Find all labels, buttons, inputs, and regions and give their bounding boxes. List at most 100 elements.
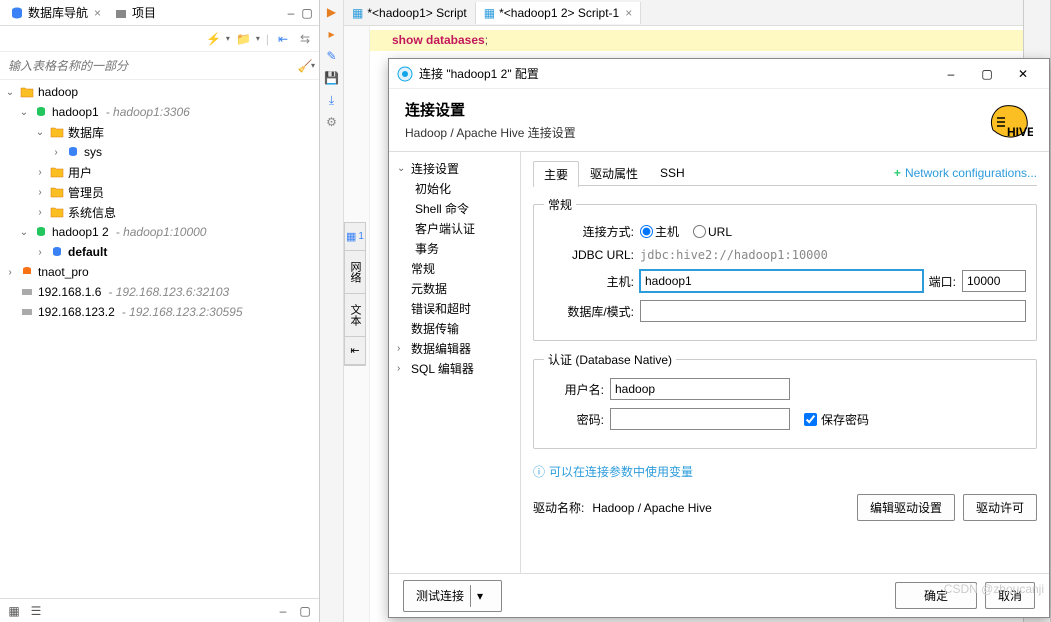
tree-detail: - hadoop1:10000 <box>116 225 207 239</box>
minimize-icon[interactable]: ‒ <box>275 603 291 619</box>
save-icon[interactable]: 💾 <box>324 70 340 86</box>
tree-conn-192-168-123-2[interactable]: 192.168.123.2 - 192.168.123.2:30595 <box>0 302 319 322</box>
edit-driver-button[interactable]: 编辑驱动设置 <box>857 494 955 521</box>
form-tab-driver-props[interactable]: 驱动属性 <box>579 160 649 186</box>
tree-folder-admin[interactable]: › 管理员 <box>0 182 319 202</box>
folder-icon[interactable]: 📁 <box>236 31 252 47</box>
close-icon[interactable]: × <box>625 6 632 20</box>
form-tab-main[interactable]: 主要 <box>533 161 579 187</box>
radio-host[interactable]: 主机 <box>640 223 679 240</box>
settings-icon[interactable]: ⚙ <box>324 114 340 130</box>
form-tab-ssh[interactable]: SSH <box>649 161 696 184</box>
tree-conn-tnaot[interactable]: › tnaot_pro <box>0 262 319 282</box>
collapse-icon-tab[interactable]: ⇤ <box>345 337 365 365</box>
tree-label: sys <box>84 145 102 159</box>
maximize-icon[interactable]: ▢ <box>297 603 313 619</box>
nav-errors[interactable]: 错误和超时 <box>391 298 518 318</box>
connection-icon <box>19 264 35 280</box>
port-input[interactable] <box>962 270 1026 292</box>
tree-db-sys[interactable]: › sys <box>0 142 319 162</box>
label-password: 密码: <box>544 411 604 428</box>
tree-label: 管理员 <box>68 184 104 201</box>
radio-url[interactable]: URL <box>693 225 732 239</box>
tab-project[interactable]: 项目 <box>108 1 163 24</box>
dialog-body: ⌄连接设置 初始化 Shell 命令 客户端认证 事务 常规 元数据 错误和超时… <box>389 152 1049 573</box>
editor-tab-script2[interactable]: ▦ *<hadoop1 2> Script-1 × <box>476 2 641 24</box>
editor-tab-label: *<hadoop1 2> Script-1 <box>499 6 619 20</box>
window-minimize-button[interactable]: ‒ <box>933 60 969 88</box>
run-step-icon[interactable]: ▸ <box>324 26 340 42</box>
nav-conn-settings[interactable]: ⌄连接设置 <box>391 158 518 178</box>
user-input[interactable] <box>610 378 790 400</box>
link-icon[interactable]: ⇆ <box>297 31 313 47</box>
tab-db-navigator[interactable]: 数据库导航 × <box>4 1 108 24</box>
plug-icon[interactable]: ⚡ <box>206 31 222 47</box>
variables-info-link[interactable]: 可以在连接参数中使用变量 <box>533 463 1037 480</box>
left-status-bar: ▦ ☰ ‒ ▢ <box>0 598 319 622</box>
chevron-down-icon: ▾ <box>470 585 489 607</box>
collapse-icon[interactable]: ⇤ <box>275 31 291 47</box>
chevron-down-icon: ⌄ <box>4 87 16 98</box>
nav-shell[interactable]: Shell 命令 <box>391 198 518 218</box>
connection-icon <box>33 104 49 120</box>
ok-button[interactable]: 确定 <box>895 582 977 609</box>
nav-data-editor[interactable]: ›数据编辑器 <box>391 338 518 358</box>
info-icon[interactable]: ☰ <box>28 603 44 619</box>
tree-folder-hadoop[interactable]: ⌄ hadoop <box>0 82 319 102</box>
dialog-title: 连接 "hadoop1 2" 配置 <box>419 65 539 82</box>
chevron-down-icon: ⌄ <box>34 127 46 138</box>
search-row: 🧹▾ <box>0 52 319 80</box>
connection-icon <box>19 304 35 320</box>
search-input[interactable] <box>4 55 297 77</box>
tree-folder-databases[interactable]: ⌄ 数据库 <box>0 122 319 142</box>
dialog-footer: 测试连接▾ 确定 取消 <box>389 573 1049 617</box>
window-maximize-button[interactable]: ▢ <box>969 60 1005 88</box>
chevron-right-icon: › <box>397 363 407 374</box>
close-icon[interactable]: × <box>94 6 101 20</box>
cancel-button[interactable]: 取消 <box>985 582 1035 609</box>
maximize-icon[interactable]: ▢ <box>299 5 315 21</box>
radio-url-input[interactable] <box>693 225 706 238</box>
save-password-input[interactable] <box>804 413 817 426</box>
driver-license-button[interactable]: 驱动许可 <box>963 494 1037 521</box>
tree-conn-hadoop1-2[interactable]: ⌄ hadoop1 2 - hadoop1:10000 <box>0 222 319 242</box>
editor-left-side-tabs: ▦ 1 网络 文本 ⇤ <box>344 222 366 366</box>
nav-general[interactable]: 常规 <box>391 258 518 278</box>
label-conn-type: 连接方式: <box>544 223 634 240</box>
save-password-checkbox[interactable]: 保存密码 <box>804 411 869 428</box>
db-schema-input[interactable] <box>640 300 1026 322</box>
dialog-titlebar[interactable]: 连接 "hadoop1 2" 配置 ‒ ▢ ✕ <box>389 59 1049 89</box>
chevron-down-icon: ⌄ <box>18 107 30 118</box>
project-icon[interactable]: ▦ <box>6 603 22 619</box>
nav-metadata[interactable]: 元数据 <box>391 278 518 298</box>
test-connection-button[interactable]: 测试连接▾ <box>403 580 502 612</box>
tree-db-default[interactable]: › default <box>0 242 319 262</box>
editor-tab-script1[interactable]: ▦ *<hadoop1> Script <box>344 2 476 24</box>
run-icon[interactable]: ▶ <box>324 4 340 20</box>
host-input[interactable] <box>640 270 923 292</box>
nav-sql-editor[interactable]: ›SQL 编辑器 <box>391 358 518 378</box>
minimize-icon[interactable]: ‒ <box>283 5 299 21</box>
nav-trans[interactable]: 事务 <box>391 238 518 258</box>
text-side-tab[interactable]: 文本 <box>345 294 365 337</box>
network-config-link[interactable]: Network configurations... <box>894 166 1037 180</box>
network-side-tab[interactable]: 网络 <box>345 251 365 294</box>
password-input[interactable] <box>610 408 790 430</box>
tree-label: 192.168.123.2 <box>38 305 115 319</box>
tree-conn-192-168-1-6[interactable]: 192.168.1.6 - 192.168.123.6:32103 <box>0 282 319 302</box>
nav-data-transfer[interactable]: 数据传输 <box>391 318 518 338</box>
tree-conn-hadoop1[interactable]: ⌄ hadoop1 - hadoop1:3306 <box>0 102 319 122</box>
nav-init[interactable]: 初始化 <box>391 178 518 198</box>
grid-icon-tab[interactable]: ▦ 1 <box>345 223 365 251</box>
window-close-button[interactable]: ✕ <box>1005 60 1041 88</box>
explain-icon[interactable]: ✎ <box>324 48 340 64</box>
tab-project-label: 项目 <box>132 4 156 21</box>
load-icon[interactable]: ⤓ <box>324 92 340 108</box>
tree-folder-users[interactable]: › 用户 <box>0 162 319 182</box>
nav-client-auth[interactable]: 客户端认证 <box>391 218 518 238</box>
chevron-right-icon: › <box>34 207 46 218</box>
tree-folder-sysinfo[interactable]: › 系统信息 <box>0 202 319 222</box>
jdbc-url-text: jdbc:hive2://hadoop1:10000 <box>640 248 828 262</box>
tree-label: hadoop1 2 <box>52 225 109 239</box>
radio-host-input[interactable] <box>640 225 653 238</box>
